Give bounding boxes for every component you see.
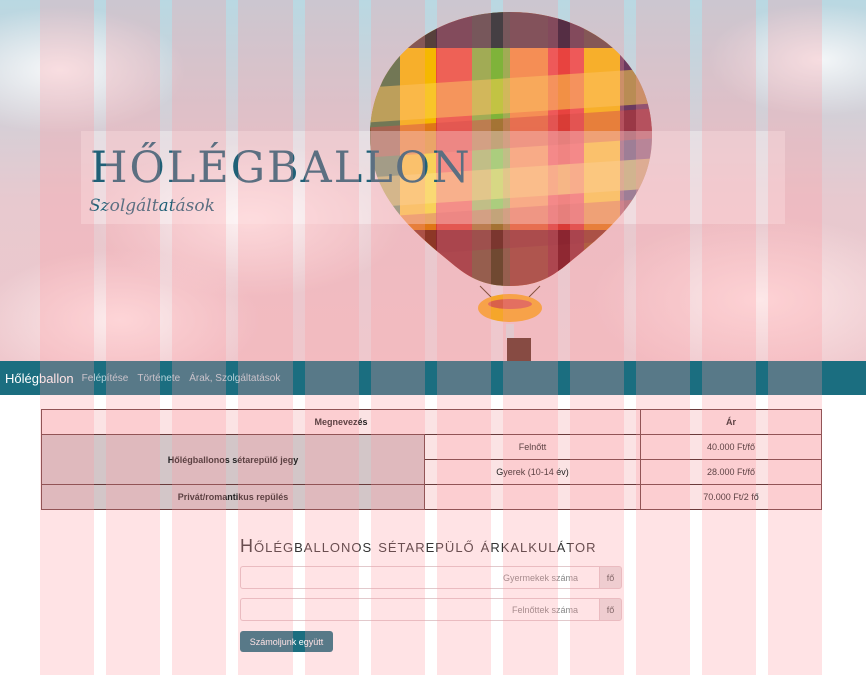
table-cell-price: 28.000 Ft/fő	[640, 459, 822, 485]
table-row: Hőlégballonos sétarepülő jegy Felnőtt 40…	[41, 434, 822, 485]
table-cell-name: Privát/romantikus repülés	[41, 484, 425, 510]
page-subtitle: Szolgáltatások	[89, 196, 215, 216]
nav-link-tortenete[interactable]: Története	[137, 373, 180, 384]
calculator-title: Hőlégballonos sétarepülő árkalkulátor	[240, 536, 597, 556]
top-navbar: Hőlégballon Felépítése Története Árak, S…	[0, 361, 866, 395]
adults-input-group: fő	[240, 598, 622, 621]
nav-link-felepitese[interactable]: Felépítése	[82, 373, 129, 384]
children-input-group: fő	[240, 566, 622, 589]
table-cell-price: 40.000 Ft/fő	[640, 434, 822, 460]
unit-addon: fő	[599, 566, 622, 589]
table-cell-price: 70.000 Ft/2 fő	[640, 484, 822, 510]
adults-count-input[interactable]	[240, 598, 599, 621]
unit-addon: fő	[599, 598, 622, 621]
table-cell-type	[424, 484, 641, 510]
table-row: Privát/romantikus repülés 70.000 Ft/2 fő	[41, 484, 822, 510]
table-cell-name: Hőlégballonos sétarepülő jegy	[41, 434, 425, 485]
children-count-input[interactable]	[240, 566, 599, 589]
table-header-row: Megnevezés Ár	[41, 409, 822, 435]
table-cell-type: Gyerek (10-14 év)	[424, 459, 641, 485]
nav-link-arak[interactable]: Árak, Szolgáltatások	[189, 373, 280, 384]
navbar-brand[interactable]: Hőlégballon	[5, 371, 74, 386]
table-header-cell: Ár	[640, 409, 822, 435]
price-table: Megnevezés Ár Hőlégballonos sétarepülő j…	[41, 409, 822, 510]
calculate-button[interactable]: Számoljunk együtt	[240, 631, 333, 652]
table-cell-type: Felnőtt	[424, 434, 641, 460]
hero-banner: HŐLÉGBALLON Szolgáltatások	[0, 0, 866, 361]
table-header-cell: Megnevezés	[41, 409, 641, 435]
page-title: HŐLÉGBALLON	[90, 143, 472, 193]
